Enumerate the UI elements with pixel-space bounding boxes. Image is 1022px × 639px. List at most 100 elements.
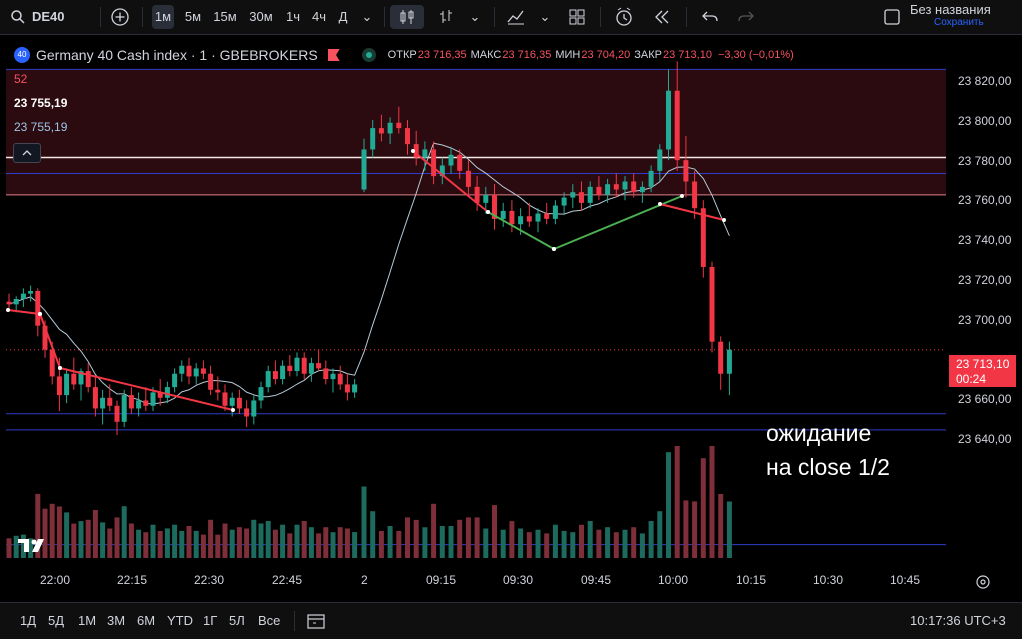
replay-rewind-icon[interactable] (650, 5, 674, 29)
volume-bar (287, 533, 293, 558)
time-axis-label: 22:00 (40, 573, 71, 587)
chart-type-chevron-down-icon[interactable]: ⌄ (468, 5, 482, 29)
range-7-button[interactable]: 5Л (229, 609, 245, 633)
symbol-badge-icon: 40 (14, 47, 30, 63)
price-chart[interactable] (0, 36, 1022, 602)
interval-3-button[interactable]: 30м (246, 5, 276, 29)
layout-checkbox-icon[interactable] (882, 5, 902, 29)
candle-body (164, 387, 170, 398)
flag-icon[interactable] (327, 49, 340, 61)
symbol-title[interactable]: Germany 40 Cash index · 1 · GBEBROKERS (36, 47, 318, 63)
volume-bar (150, 524, 156, 558)
candle-body (56, 376, 62, 396)
range-0-button[interactable]: 1Д (20, 609, 36, 633)
candle-body (287, 365, 293, 372)
market-status-icon[interactable] (361, 48, 376, 62)
layout-save-status[interactable]: Сохранить (934, 17, 994, 29)
trend-line (659, 203, 725, 221)
volume-bar (561, 530, 567, 558)
volume-bar (251, 519, 257, 558)
candle-body (100, 397, 106, 409)
volume-bar (265, 521, 271, 558)
range-5-button[interactable]: YTD (167, 609, 193, 633)
range-4-button[interactable]: 6М (137, 609, 155, 633)
collapse-legend-button[interactable] (13, 143, 41, 163)
volume-bar (71, 523, 77, 558)
time-axis-label: 10:00 (658, 573, 689, 587)
candle-body (726, 349, 732, 374)
range-2-button[interactable]: 1М (78, 609, 96, 633)
time-axis-label: 22:45 (272, 573, 303, 587)
alert-clock-icon[interactable] (612, 5, 636, 29)
candle-body (639, 186, 645, 193)
candle-body (718, 341, 724, 374)
candle-body (121, 395, 127, 422)
search-icon[interactable] (8, 5, 28, 29)
volume-bar (294, 524, 300, 558)
trend-line-point (552, 247, 556, 251)
candle-body (301, 357, 307, 374)
clock-label[interactable]: 10:17:36 UTC+3 (910, 609, 1020, 633)
intervals-chevron-down-icon[interactable]: ⌄ (360, 5, 374, 29)
candle-body (518, 216, 524, 225)
candle-body (457, 154, 463, 171)
volume-bar (396, 531, 402, 558)
volume-bar (692, 501, 698, 558)
candle-body (674, 90, 680, 161)
axis-settings-icon[interactable] (974, 573, 992, 591)
top-toolbar: DE40 1м 5м 15м 30м 1ч 4ч Д ⌄ ⌄ ⌄ Без названия … (0, 0, 1022, 35)
interval-6-button[interactable]: Д (336, 5, 350, 29)
open-value: 23 716,35 (417, 49, 467, 61)
undo-icon[interactable] (698, 5, 722, 29)
volume-bar (544, 533, 550, 558)
layout-grid-icon[interactable] (566, 5, 588, 29)
candle-body (251, 400, 257, 417)
interval-2-button[interactable]: 15м (210, 5, 240, 29)
volume-bar (6, 538, 12, 558)
candle-body (316, 363, 322, 369)
range-1-button[interactable]: 5Д (48, 609, 64, 633)
volume-bar (570, 532, 576, 558)
redo-icon[interactable] (734, 5, 758, 29)
layout-title[interactable]: Без названия (910, 3, 1010, 17)
price-axis-label: 23 720,00 (958, 273, 1012, 287)
volume-bar (172, 524, 178, 558)
time-axis-label: 09:45 (581, 573, 612, 587)
volume-bar (100, 522, 106, 558)
volume-bar (128, 523, 134, 558)
bars-chart-type-icon[interactable] (434, 5, 458, 29)
candle-body (6, 301, 12, 305)
candle-body (128, 395, 134, 409)
trend-line-point (486, 210, 490, 214)
close-label: ЗАКР (634, 49, 662, 61)
time-axis-label: 22:15 (117, 573, 148, 587)
trend-line-point (38, 312, 42, 316)
volume-bar (308, 527, 314, 558)
candles-chart-type-icon[interactable] (390, 5, 424, 29)
volume-bar (387, 526, 393, 558)
range-3-button[interactable]: 3М (107, 609, 125, 633)
date-range-calendar-icon[interactable] (306, 609, 326, 633)
candle-body (107, 397, 113, 406)
volume-bar (258, 523, 264, 558)
price-axis-label: 23 740,00 (958, 233, 1012, 248)
symbol-search-button[interactable]: DE40 (32, 5, 80, 29)
add-symbol-icon[interactable] (108, 5, 132, 29)
volume-bar (492, 505, 497, 558)
range-8-button[interactable]: Все (258, 609, 280, 633)
volume-bar (186, 526, 192, 558)
interval-5-button[interactable]: 4ч (310, 5, 328, 29)
candle-body (71, 373, 77, 385)
interval-4-button[interactable]: 1ч (284, 5, 302, 29)
volume-bar (208, 519, 214, 558)
interval-0-button[interactable]: 1м (152, 5, 174, 29)
candle-body (258, 387, 264, 401)
candle-body (422, 149, 428, 158)
trend-line-point (6, 308, 10, 312)
range-6-button[interactable]: 1Г (203, 609, 217, 633)
candle-body (236, 397, 242, 409)
interval-1-button[interactable]: 5м (182, 5, 204, 29)
indicators-chevron-down-icon[interactable]: ⌄ (538, 5, 552, 29)
candle-body (136, 400, 142, 409)
indicators-icon[interactable] (504, 5, 528, 29)
